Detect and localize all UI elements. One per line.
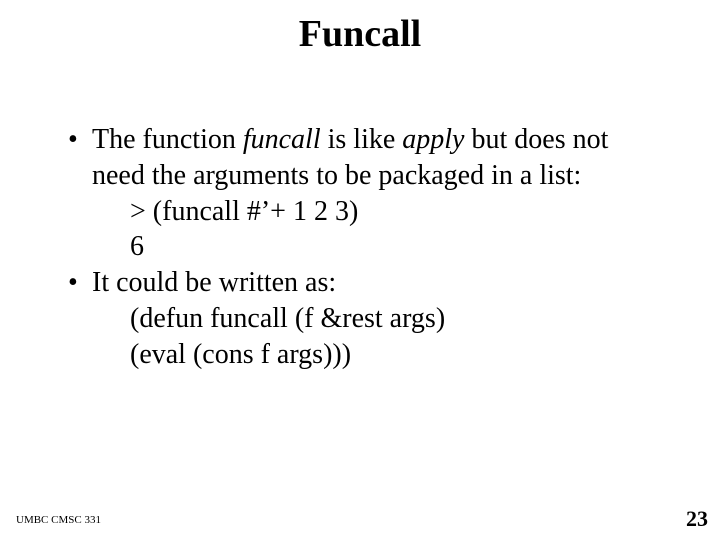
code-line: (defun funcall (f &rest args) (130, 301, 668, 337)
bullet-dot: • (68, 265, 92, 301)
text-frag: The function (92, 124, 243, 155)
bullet-text-1: The function funcall is like apply but d… (92, 122, 668, 194)
bullet-item-1: • The function funcall is like apply but… (68, 122, 668, 194)
code-result: 6 (130, 229, 668, 265)
slide-title: Funcall (0, 12, 720, 56)
bullet-text-2: It could be written as: (92, 265, 336, 301)
bullet-item-2: • It could be written as: (68, 265, 668, 301)
bullet-dot: • (68, 122, 92, 194)
code-line: (eval (cons f args))) (130, 337, 668, 373)
slide-body: • The function funcall is like apply but… (68, 122, 668, 373)
code-line: > (funcall #’+ 1 2 3) (130, 194, 668, 230)
page-number: 23 (686, 506, 708, 532)
text-funcall: funcall (243, 124, 321, 155)
text-frag: is like (321, 124, 403, 155)
text-apply: apply (402, 124, 464, 155)
slide: Funcall • The function funcall is like a… (0, 0, 720, 540)
footer-course: UMBC CMSC 331 (16, 514, 101, 526)
